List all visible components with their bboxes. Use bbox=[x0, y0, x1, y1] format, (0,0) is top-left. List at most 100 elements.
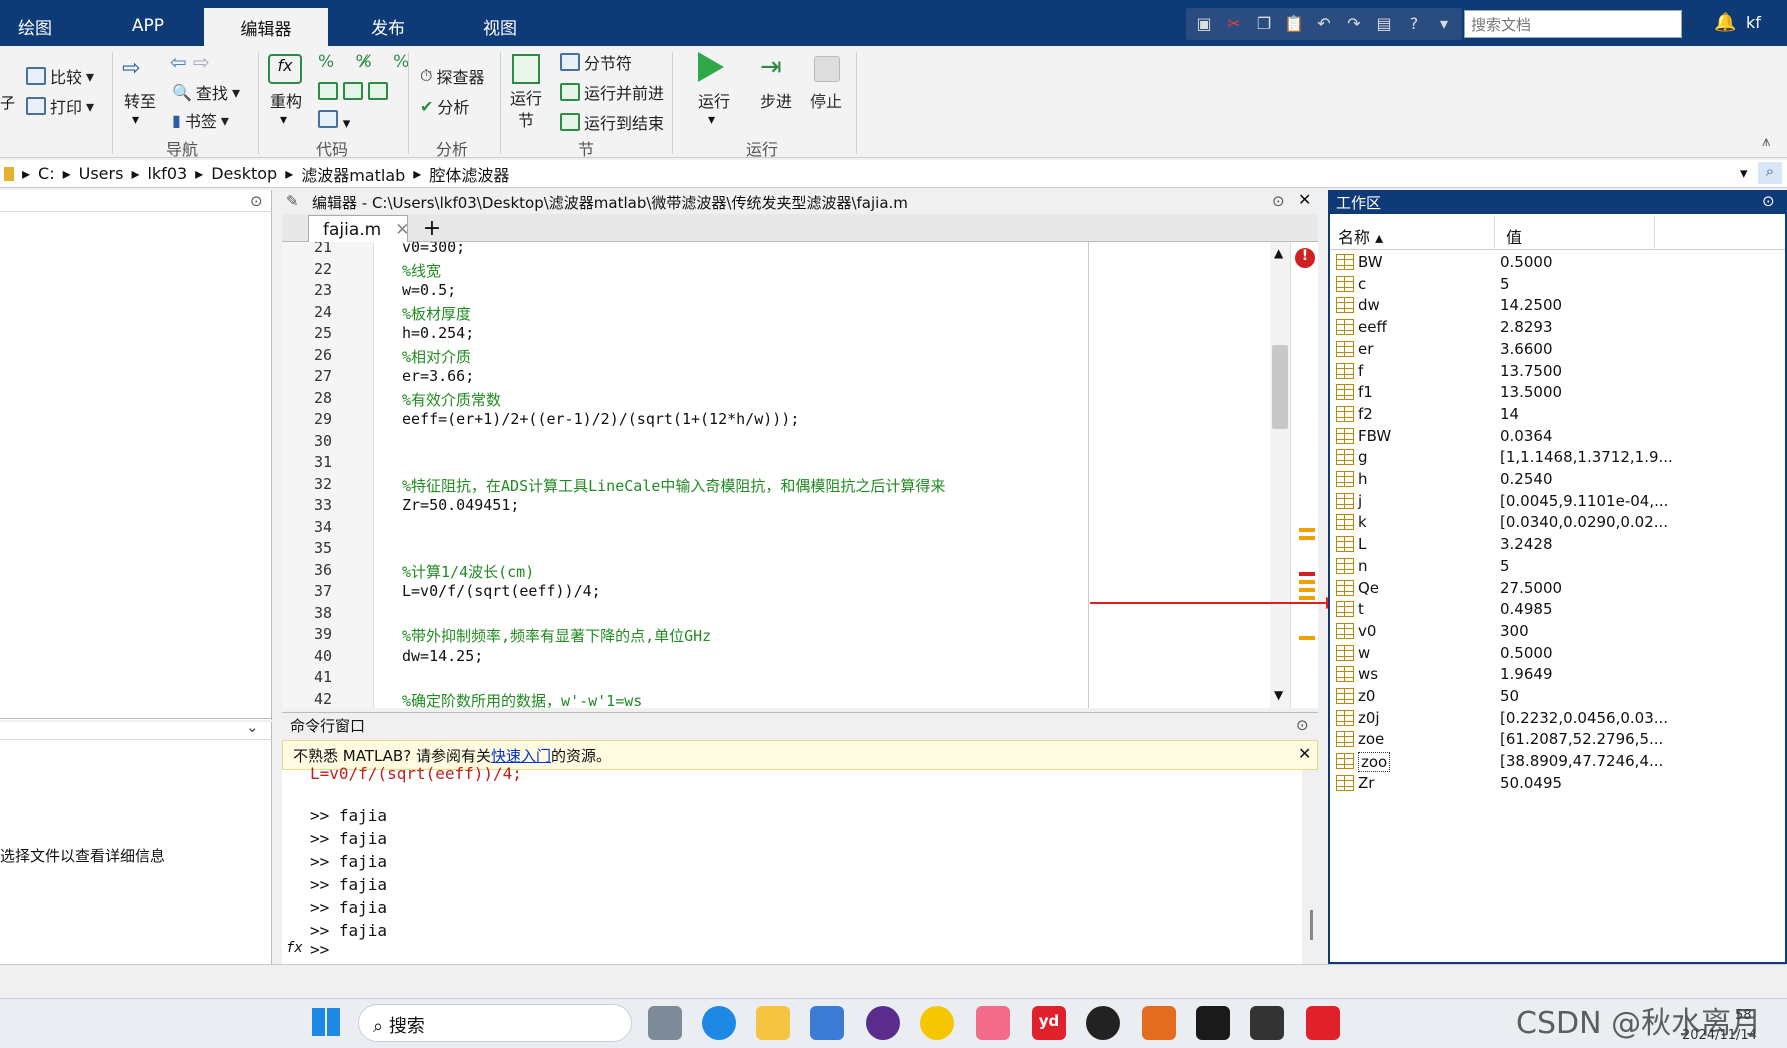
warning-marker[interactable] bbox=[1299, 636, 1315, 640]
breadcrumb-item[interactable]: 腔体滤波器 bbox=[429, 162, 509, 186]
workspace-row[interactable]: f1 13.5000 bbox=[1332, 382, 1785, 403]
workspace-row[interactable]: L 3.2428 bbox=[1332, 534, 1785, 555]
chevron-down-icon[interactable]: ▾ bbox=[280, 112, 287, 128]
workspace-row[interactable]: dw 14.2500 bbox=[1332, 295, 1785, 316]
goto-button[interactable]: 转至 bbox=[120, 88, 160, 112]
code-line[interactable]: dw=14.25; bbox=[402, 647, 483, 665]
column-name-header[interactable]: 名称 ▴ bbox=[1338, 224, 1383, 248]
tab-apps[interactable]: APP bbox=[108, 6, 188, 46]
workspace-row[interactable]: Qe 27.5000 bbox=[1332, 578, 1785, 599]
workspace-row[interactable]: Zr 50.0495 bbox=[1332, 773, 1785, 794]
breadcrumb-item[interactable]: Users bbox=[79, 164, 124, 183]
panel-menu-icon[interactable]: ⊙ bbox=[250, 192, 263, 210]
taskbar-search[interactable]: ⌕ 搜索 bbox=[358, 1004, 632, 1042]
code-comment[interactable]: %特征阻抗，在ADS计算工具LineCale中输入奇模阻抗，和偶模阻抗之后计算得… bbox=[402, 475, 945, 496]
app-icon[interactable] bbox=[1196, 1006, 1230, 1040]
user-menu[interactable]: kf bbox=[1746, 13, 1761, 32]
code-line[interactable]: w=0.5; bbox=[402, 281, 456, 299]
breadcrumb-item[interactable]: 滤波器matlab bbox=[301, 162, 405, 186]
workspace-row[interactable]: zoe [61.2087,52.2796,5... bbox=[1332, 729, 1785, 750]
run-button[interactable]: 运行 bbox=[694, 88, 734, 112]
comment-icons[interactable]: % %̸ % bbox=[318, 52, 417, 72]
search-docs-input[interactable]: 搜索文档 bbox=[1464, 10, 1682, 38]
code-comment[interactable]: %计算1/4波长(cm) bbox=[402, 561, 534, 582]
scrollbar-thumb[interactable] bbox=[1272, 345, 1288, 429]
workspace-row[interactable]: j [0.0045,9.1101e-04,... bbox=[1332, 491, 1785, 512]
workspace-row[interactable]: g [1,1.1468,1.3712,1.9... bbox=[1332, 447, 1785, 468]
workspace-row[interactable]: c5 bbox=[1332, 274, 1785, 295]
matlab-icon[interactable] bbox=[1142, 1006, 1176, 1040]
code-line[interactable]: L=v0/f/(sqrt(eeff))/4; bbox=[402, 582, 601, 600]
stop-button[interactable]: 停止 bbox=[806, 88, 846, 112]
warning-marker[interactable] bbox=[1299, 588, 1315, 592]
tab-plots[interactable]: 绘图 bbox=[0, 6, 70, 46]
code-comment[interactable]: %线宽 bbox=[402, 260, 441, 281]
run-to-end-button[interactable]: 运行到结束 bbox=[560, 110, 664, 134]
code-line[interactable]: Zr=50.049451; bbox=[402, 496, 519, 514]
close-notice-icon[interactable]: ✕ bbox=[1298, 744, 1311, 763]
workspace-row[interactable]: f 13.7500 bbox=[1332, 361, 1785, 382]
qq-icon[interactable] bbox=[1086, 1006, 1120, 1040]
notification-bell-icon[interactable]: 🔔 bbox=[1714, 12, 1736, 33]
run-section-button[interactable]: 运行 节 bbox=[506, 88, 546, 132]
analyze-button[interactable]: ✔ 分析 bbox=[420, 94, 469, 118]
tab-publish[interactable]: 发布 bbox=[338, 6, 438, 46]
panel-menu-icon[interactable]: ⊙ bbox=[1272, 192, 1285, 210]
new-tab-icon[interactable]: + bbox=[418, 216, 446, 242]
code-editor[interactable]: 21 v0=300; 22 %线宽 23 w=0.5; 24 %板材厚度 25 h=0.254; 2… bbox=[282, 242, 1290, 708]
workspace-row[interactable]: h 0.2540 bbox=[1332, 469, 1785, 490]
profiler-button[interactable]: ⏱ 探查器 bbox=[420, 64, 485, 88]
step-button[interactable]: 步进 bbox=[756, 88, 796, 112]
search-icon[interactable]: ⌕ bbox=[1686, 12, 1695, 32]
save-icon[interactable]: ▣ bbox=[1192, 11, 1216, 35]
code-comment[interactable]: %相对介质 bbox=[402, 346, 471, 367]
app-icon[interactable] bbox=[866, 1006, 900, 1040]
redo-icon[interactable]: ↷ bbox=[1342, 11, 1366, 35]
find-button[interactable]: 🔍 查找 ▾ bbox=[172, 80, 240, 104]
compare-button[interactable]: 比较 ▾ bbox=[26, 64, 94, 88]
workspace-row[interactable]: w 0.5000 bbox=[1332, 643, 1785, 664]
paste-icon[interactable]: 📋 bbox=[1282, 11, 1306, 35]
chevron-down-icon[interactable]: ⌄ bbox=[246, 718, 259, 736]
breadcrumb-item[interactable]: lkf03 bbox=[147, 164, 187, 183]
current-folder-path[interactable]: ▸ C: ▸ Users ▸ lkf03 ▸ Desktop ▸ 滤波器matlab ▸ … bbox=[0, 160, 1787, 188]
scroll-down-icon[interactable]: ▼ bbox=[1274, 688, 1283, 702]
file-explorer-icon[interactable] bbox=[756, 1006, 790, 1040]
code-line[interactable]: v0=300; bbox=[402, 242, 465, 256]
chevron-down-icon[interactable]: ▾ bbox=[708, 112, 715, 128]
format-icon[interactable]: ▾ bbox=[318, 110, 350, 132]
tab-view[interactable]: 视图 bbox=[448, 6, 552, 46]
workspace-row[interactable]: FBW 0.0364 bbox=[1332, 426, 1785, 447]
workspace-row[interactable]: f2 14 bbox=[1332, 404, 1785, 425]
wps-icon[interactable] bbox=[1306, 1006, 1340, 1040]
switch-windows-icon[interactable]: ▤ bbox=[1372, 11, 1396, 35]
breadcrumb-item[interactable]: C: bbox=[38, 164, 55, 183]
youdao-icon[interactable]: yd bbox=[1032, 1006, 1066, 1040]
command-window[interactable]: L=v0/f/(sqrt(eeff))/4; >> fajia >> fajia >… bbox=[282, 764, 1313, 964]
code-line[interactable]: eeff=(er+1)/2+((er-1)/2)/(sqrt(1+(12*h/w… bbox=[402, 410, 799, 428]
store-icon[interactable] bbox=[810, 1006, 844, 1040]
run-and-advance-button[interactable]: 运行并前进 bbox=[560, 80, 664, 104]
copy-icon[interactable]: ❐ bbox=[1252, 11, 1276, 35]
code-line[interactable]: h=0.254; bbox=[402, 324, 474, 342]
panel-menu-icon[interactable]: ⊙ bbox=[1296, 716, 1309, 734]
command-prompt[interactable]: >> bbox=[310, 940, 329, 959]
back-arrow-icon[interactable]: ⇦ ⇨ bbox=[170, 50, 210, 74]
cmd-scrollbar-thumb[interactable] bbox=[1310, 910, 1313, 940]
refactor-button[interactable]: 重构 bbox=[266, 88, 306, 112]
section-break-button[interactable]: 分节符 bbox=[560, 50, 632, 74]
close-tab-icon[interactable]: ✕ bbox=[395, 220, 409, 240]
warning-marker[interactable] bbox=[1299, 536, 1315, 540]
chevron-down-icon[interactable]: ▾ bbox=[132, 112, 139, 128]
code-comment[interactable]: %确定阶数所用的数据，w'-w'1=ws bbox=[402, 690, 642, 709]
warning-marker[interactable] bbox=[1299, 528, 1315, 532]
edge-icon[interactable] bbox=[702, 1006, 736, 1040]
error-marker[interactable] bbox=[1299, 572, 1315, 576]
app-icon[interactable] bbox=[920, 1006, 954, 1040]
workspace-row[interactable]: v0 300 bbox=[1332, 621, 1785, 642]
bilibili-icon[interactable] bbox=[976, 1006, 1010, 1040]
error-indicator-icon[interactable]: ! bbox=[1295, 248, 1315, 268]
code-comment[interactable]: %板材厚度 bbox=[402, 303, 471, 324]
browse-search-icon[interactable]: ⌕ bbox=[1758, 162, 1782, 184]
scroll-up-icon[interactable]: ▲ bbox=[1274, 246, 1283, 260]
